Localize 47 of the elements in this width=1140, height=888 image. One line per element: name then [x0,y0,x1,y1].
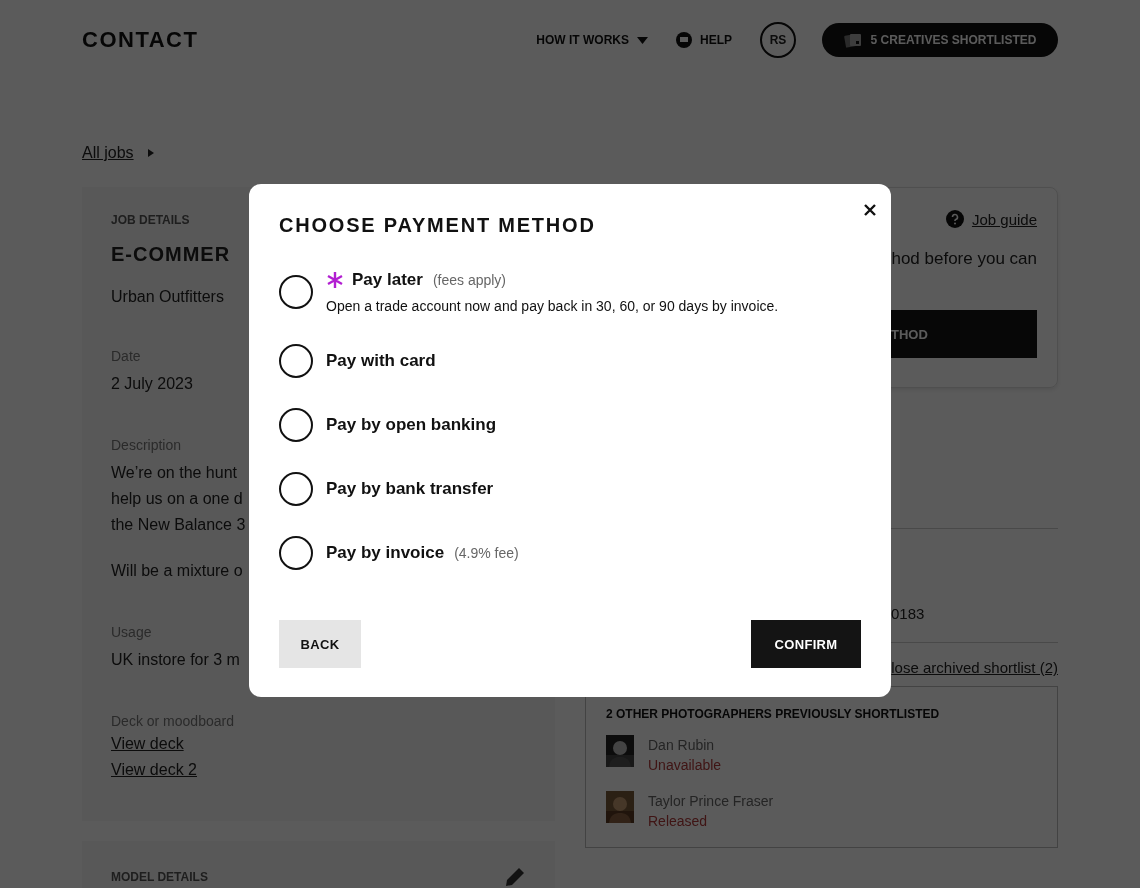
option-label[interactable]: Pay with card [326,351,436,371]
option-label[interactable]: Pay by invoice [326,543,445,563]
asterisk-icon [326,271,344,289]
radio-button[interactable] [279,472,313,506]
notice-text: hod before you can [891,248,1037,270]
caret-icon [637,36,648,44]
breadcrumb-link[interactable]: All jobs [82,144,134,162]
cards-icon [843,32,862,48]
option-note: (4.9% fee) [454,545,519,561]
person-status: Unavailable [648,756,722,775]
chevron-icon [147,149,154,157]
option-label[interactable]: Pay by bank transfer [326,479,494,499]
job-title: E-COMMER [111,242,231,266]
help-link[interactable]: HELP [676,32,732,48]
option-note: (fees apply) [432,272,507,288]
user-avatar[interactable]: RS [760,22,796,58]
dialog-title: CHOOSE PAYMENT METHOD [279,214,597,236]
confirm-button[interactable]: CONFIRM [751,620,861,668]
reference-number: 0183 [891,605,925,622]
help-icon [945,210,964,228]
option-label[interactable]: Pay later [352,270,423,290]
section-heading: MODEL DETAILS [111,869,208,885]
shortlist-button[interactable]: 5 CREATIVES SHORTLISTED [822,23,1058,57]
edit-icon[interactable] [504,866,526,888]
job-guide-link[interactable]: Job guide [971,210,1037,228]
field-value: We’re on the hunt help us on a one d the New Balance 3 [111,463,246,535]
field-value: UK instore for 3 m [111,650,240,670]
field-value: 2 July 2023 [111,374,193,394]
logo[interactable]: CONTACT [82,27,199,53]
deck-link[interactable]: View deck 2 [111,761,197,778]
option-label[interactable]: Pay by open banking [326,415,497,435]
chat-icon [676,32,692,48]
radio-button[interactable] [279,536,313,570]
radio-button[interactable] [279,275,313,309]
deck-link[interactable]: View deck [111,735,184,752]
field-value: Will be a mixture o [111,561,243,581]
archived-shortlist-link[interactable]: lose archived shortlist (2) [891,659,1058,676]
back-button[interactable]: BACK [279,620,361,668]
client-name: Urban Outfitters [111,287,224,307]
radio-button[interactable] [279,344,313,378]
person-status: Released [648,812,709,831]
close-icon[interactable] [863,203,877,217]
section-heading: JOB DETAILS [111,212,190,228]
nav-dropdown[interactable]: HOW IT WORKS [536,33,648,47]
radio-button[interactable] [279,408,313,442]
option-description: Open a trade account now and pay back in 30, 60, or 90 days by invoice. [326,298,779,314]
panel-heading: 2 OTHER PHOTOGRAPHERS PREVIOUSLY SHORTLISTED [606,707,941,721]
